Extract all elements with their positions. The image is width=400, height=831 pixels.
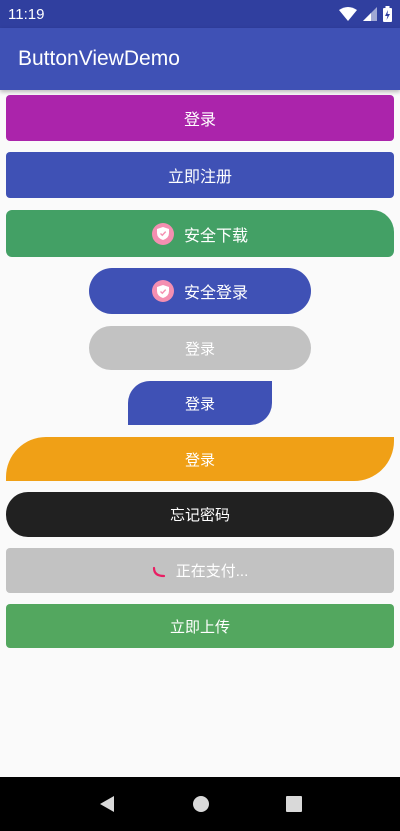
status-time: 11:19 <box>8 5 45 23</box>
battery-charging-icon <box>383 6 392 22</box>
login-orange-button[interactable]: 登录 <box>6 437 394 481</box>
login-shaped-label: 登录 <box>184 395 215 413</box>
paying-button[interactable]: 正在支付... <box>6 548 394 593</box>
register-button-label: 立即注册 <box>167 169 232 186</box>
login-disabled-button[interactable]: 登录 <box>89 326 311 370</box>
wifi-icon <box>339 7 357 21</box>
forgot-password-label: 忘记密码 <box>169 507 230 524</box>
safe-download-button[interactable]: 安全下载 <box>6 210 394 257</box>
back-icon[interactable] <box>98 795 116 813</box>
login-shaped-button[interactable]: 登录 <box>128 381 272 425</box>
status-icons <box>339 6 392 22</box>
register-button[interactable]: 立即注册 <box>6 152 394 198</box>
safe-login-button[interactable]: 安全登录 <box>89 268 311 314</box>
forgot-password-button[interactable]: 忘记密码 <box>6 492 394 537</box>
status-bar: 11:19 <box>0 0 400 28</box>
spinner-icon <box>152 566 165 577</box>
shield-icon <box>151 222 174 245</box>
app-title: ButtonViewDemo <box>18 47 180 70</box>
home-icon[interactable] <box>192 795 210 813</box>
app-bar: ButtonViewDemo <box>0 28 400 90</box>
safe-login-label: 安全登录 <box>183 285 248 302</box>
safe-download-label: 安全下载 <box>183 227 248 245</box>
recents-icon[interactable] <box>286 796 302 812</box>
signal-icon <box>363 7 377 21</box>
login-disabled-label: 登录 <box>184 340 215 358</box>
shield-icon <box>151 280 174 302</box>
upload-label: 立即上传 <box>169 618 230 636</box>
upload-button[interactable]: 立即上传 <box>6 604 394 648</box>
navigation-bar <box>0 777 400 831</box>
login-orange-label: 登录 <box>184 451 215 469</box>
paying-label: 正在支付... <box>175 563 249 580</box>
login-button[interactable]: 登录 <box>6 95 394 141</box>
login-button-label: 登录 <box>183 112 216 129</box>
